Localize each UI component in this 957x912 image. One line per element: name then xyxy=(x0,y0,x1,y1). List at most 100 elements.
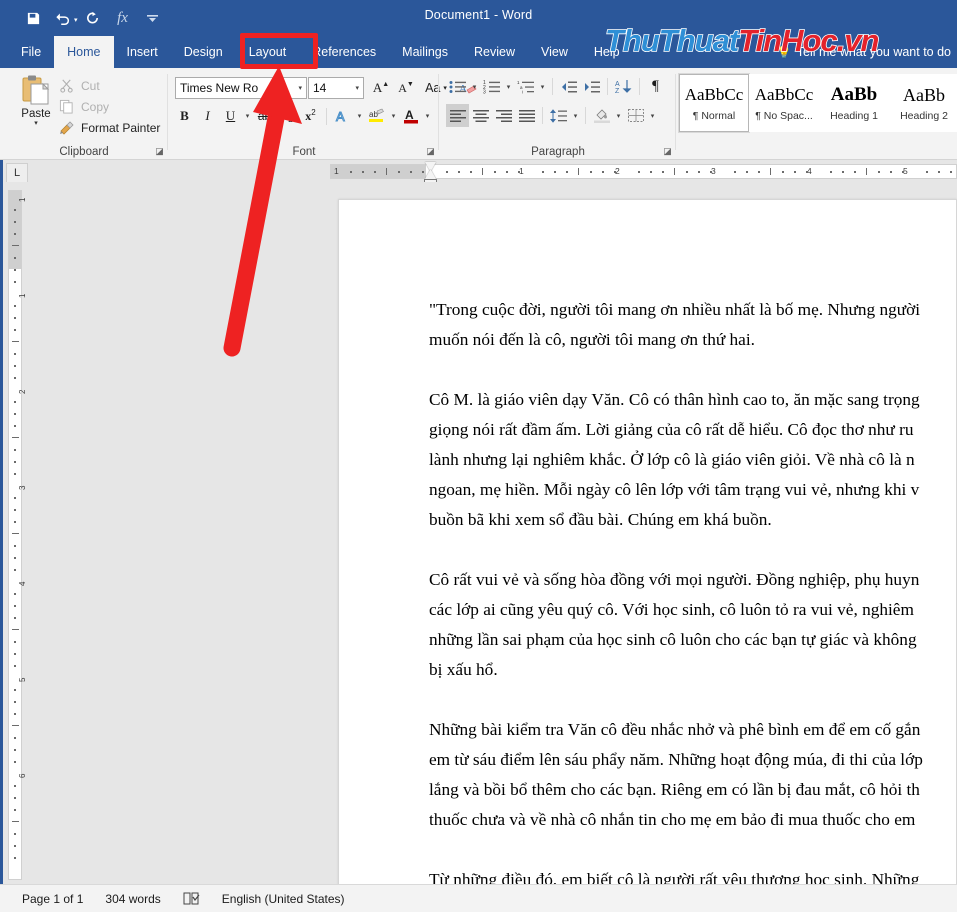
divider xyxy=(552,78,553,95)
show-formatting-marks-button[interactable]: ¶ xyxy=(644,75,667,98)
text-line: "Trong cuộc đời, người tôi mang ơn nhiều… xyxy=(429,300,921,319)
font-name-combobox[interactable]: Times New Ro ▾ xyxy=(175,77,307,99)
align-right-button[interactable] xyxy=(492,104,515,127)
vertical-ruler-tick xyxy=(12,245,19,246)
superscript-button[interactable]: x2 xyxy=(299,105,322,128)
style-preview: AaBbCc xyxy=(684,85,744,104)
multilevel-list-button[interactable]: 1ai xyxy=(514,75,537,98)
ruler-number: 4 xyxy=(807,166,812,176)
shrink-font-button[interactable]: A ▼ xyxy=(394,77,418,99)
vertical-ruler-tick xyxy=(14,473,16,475)
font-color-caret-icon[interactable]: ▾ xyxy=(422,112,433,120)
tab-stop-selector[interactable]: L xyxy=(6,163,28,183)
style-item-normal[interactable]: AaBbCc ¶ Normal xyxy=(678,73,750,133)
cut-button[interactable]: Cut xyxy=(58,75,160,96)
bullets-button[interactable] xyxy=(446,75,469,98)
style-item-heading-1[interactable]: AaBb Heading 1 xyxy=(819,74,889,132)
strikethrough-button[interactable]: ab xyxy=(253,105,276,128)
hanging-indent-marker[interactable] xyxy=(425,170,436,179)
text-line: bị xấu hổ. xyxy=(429,660,498,679)
subscript-button[interactable]: x2 xyxy=(276,105,299,128)
vertical-ruler-tick xyxy=(14,461,16,463)
group-divider xyxy=(438,74,439,150)
status-word-count[interactable]: 304 words xyxy=(105,892,160,906)
line-spacing-button[interactable] xyxy=(547,104,570,127)
paragraph-group-label: Paragraph xyxy=(531,146,585,158)
tab-layout[interactable]: Layout xyxy=(236,36,300,68)
grow-font-button[interactable]: A ▲ xyxy=(369,77,393,99)
paste-dropdown-caret[interactable]: ▾ xyxy=(34,120,38,128)
underline-button[interactable]: U xyxy=(219,105,242,128)
ruler-tick xyxy=(602,171,604,173)
vertical-ruler-tick xyxy=(14,689,16,691)
line-spacing-caret-icon[interactable]: ▾ xyxy=(570,112,581,120)
ruler-tick xyxy=(890,171,892,173)
vertical-ruler-tick xyxy=(14,257,16,259)
vertical-ruler-tick xyxy=(14,749,16,751)
ruler-tick xyxy=(878,171,880,173)
italic-button[interactable]: I xyxy=(196,105,219,128)
font-dialog-launcher[interactable]: ◪ xyxy=(425,146,436,157)
text-line: buồn bã khi xem sổ đầu bài. Chúng em khá… xyxy=(429,510,772,529)
copy-icon xyxy=(58,98,75,115)
tab-design[interactable]: Design xyxy=(171,36,236,68)
justify-button[interactable] xyxy=(515,104,538,127)
ruler-tick xyxy=(746,171,748,173)
tab-view[interactable]: View xyxy=(528,36,581,68)
font-color-button[interactable]: A xyxy=(399,105,422,128)
status-language[interactable]: English (United States) xyxy=(222,892,345,906)
font-name-caret-icon[interactable]: ▾ xyxy=(298,84,302,92)
ruler-tick xyxy=(734,171,736,173)
decrease-indent-button[interactable] xyxy=(557,75,580,98)
vertical-ruler-tick xyxy=(14,761,16,763)
font-size-caret-icon[interactable]: ▾ xyxy=(355,84,359,92)
vertical-ruler[interactable]: 1 1 2 3 4 5 6 xyxy=(8,190,27,880)
align-left-button[interactable] xyxy=(446,104,469,127)
format-painter-button[interactable]: Format Painter xyxy=(58,117,160,138)
shading-button[interactable] xyxy=(590,104,613,127)
vertical-ruler-tick xyxy=(14,545,16,547)
text-effects-caret-icon[interactable]: ▾ xyxy=(354,112,365,120)
paragraph-2: Cô M. là giáo viên dạy Văn. Cô có thân h… xyxy=(429,385,957,535)
document-page[interactable]: "Trong cuộc đời, người tôi mang ơn nhiều… xyxy=(338,199,957,912)
vertical-ruler-tick xyxy=(14,209,16,211)
underline-caret-icon[interactable]: ▾ xyxy=(242,112,253,120)
tab-insert[interactable]: Insert xyxy=(114,36,171,68)
text-highlight-color-button[interactable]: ab xyxy=(365,105,388,128)
tab-references[interactable]: References xyxy=(299,36,389,68)
tab-review[interactable]: Review xyxy=(461,36,528,68)
bold-button[interactable]: B xyxy=(173,105,196,128)
increase-indent-button[interactable] xyxy=(580,75,603,98)
status-page-number[interactable]: Page 1 of 1 xyxy=(22,892,83,906)
numbering-caret-icon[interactable]: ▾ xyxy=(503,83,514,91)
font-size-combobox[interactable]: 14 ▾ xyxy=(308,77,364,99)
style-item-heading-2[interactable]: AaBb Heading 2 xyxy=(889,74,957,132)
vertical-ruler-number: 1 xyxy=(18,293,27,298)
ruler-tick xyxy=(902,171,904,173)
tab-mailings[interactable]: Mailings xyxy=(389,36,461,68)
vertical-ruler-number: 5 xyxy=(18,677,27,682)
clipboard-dialog-launcher[interactable]: ◪ xyxy=(154,146,165,157)
copy-button[interactable]: Copy xyxy=(58,96,160,117)
borders-caret-icon[interactable]: ▾ xyxy=(647,112,658,120)
borders-button[interactable] xyxy=(624,104,647,127)
highlight-caret-icon[interactable]: ▾ xyxy=(388,112,399,120)
multilevel-caret-icon[interactable]: ▾ xyxy=(537,83,548,91)
proofing-errors-icon[interactable] xyxy=(183,891,200,906)
paragraph-1: "Trong cuộc đời, người tôi mang ơn nhiều… xyxy=(429,295,957,355)
numbering-button[interactable]: 123 xyxy=(480,75,503,98)
align-center-button[interactable] xyxy=(469,104,492,127)
text-effects-button[interactable]: A xyxy=(331,105,354,128)
bullets-caret-icon[interactable]: ▾ xyxy=(469,83,480,91)
ruler-tick xyxy=(938,171,940,173)
paragraph-dialog-launcher[interactable]: ◪ xyxy=(662,146,673,157)
paste-button[interactable]: Paste ▾ xyxy=(12,73,60,128)
vertical-ruler-tick xyxy=(12,341,19,342)
document-text-body[interactable]: "Trong cuộc đời, người tôi mang ơn nhiều… xyxy=(429,295,957,912)
shading-caret-icon[interactable]: ▾ xyxy=(613,112,624,120)
vertical-ruler-tick xyxy=(14,557,16,559)
tab-file[interactable]: File xyxy=(8,36,54,68)
tab-home[interactable]: Home xyxy=(54,36,114,68)
style-item-no-spacing[interactable]: AaBbCc ¶ No Spac... xyxy=(749,74,819,132)
sort-button[interactable]: AZ xyxy=(612,75,635,98)
